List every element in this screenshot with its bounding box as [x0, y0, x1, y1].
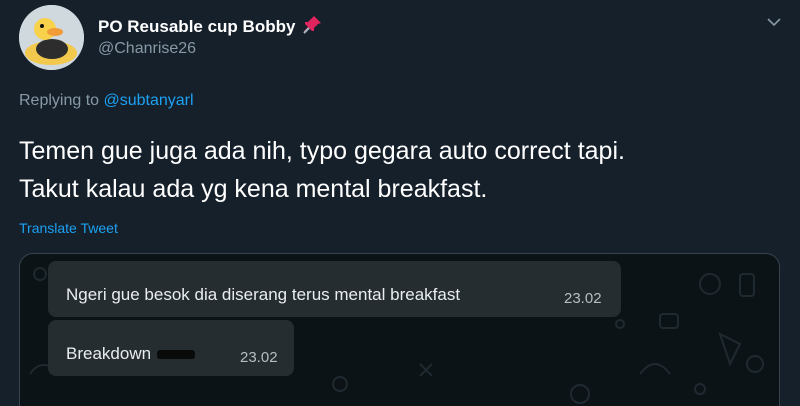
author-name-text[interactable]: PO Reusable cup Bobby — [98, 17, 295, 36]
replying-to-line: Replying to @subtanyarl — [19, 92, 194, 110]
tweet-text-line: Temen gue juga ada nih, typo gegara auto… — [19, 137, 625, 165]
chat-message-text: Ngeri gue besok dia diserang terus menta… — [66, 285, 461, 304]
chat-message-text-visible: Breakdown — [66, 344, 152, 363]
replying-prefix: Replying to — [19, 92, 100, 109]
censored-word — [157, 350, 196, 359]
tweet-text-line: Takut kalau ada yg kena mental breakfast… — [19, 175, 488, 203]
chat-message-time: 23.02 — [240, 349, 278, 366]
duck-avatar-image — [19, 5, 84, 70]
chat-message-bubble: Breakdown 23.02 — [48, 320, 294, 376]
author-handle[interactable]: @Chanrise26 — [98, 40, 196, 58]
translate-tweet-link[interactable]: Translate Tweet — [19, 220, 118, 236]
author-name[interactable]: PO Reusable cup Bobby — [98, 14, 323, 39]
chat-screenshot-image[interactable]: Ngeri gue besok dia diserang terus menta… — [19, 253, 780, 406]
replying-mention-link[interactable]: @subtanyarl — [104, 92, 194, 109]
chat-message-text: Breakdown — [66, 344, 196, 364]
chat-message-time: 23.02 — [564, 290, 602, 307]
avatar[interactable] — [19, 5, 84, 70]
chevron-down-icon[interactable] — [766, 14, 782, 35]
tweet-text: Temen gue juga ada nih, typo gegara auto… — [19, 132, 789, 208]
chat-message-bubble: Ngeri gue besok dia diserang terus menta… — [48, 261, 621, 317]
pushpin-icon — [303, 14, 323, 39]
